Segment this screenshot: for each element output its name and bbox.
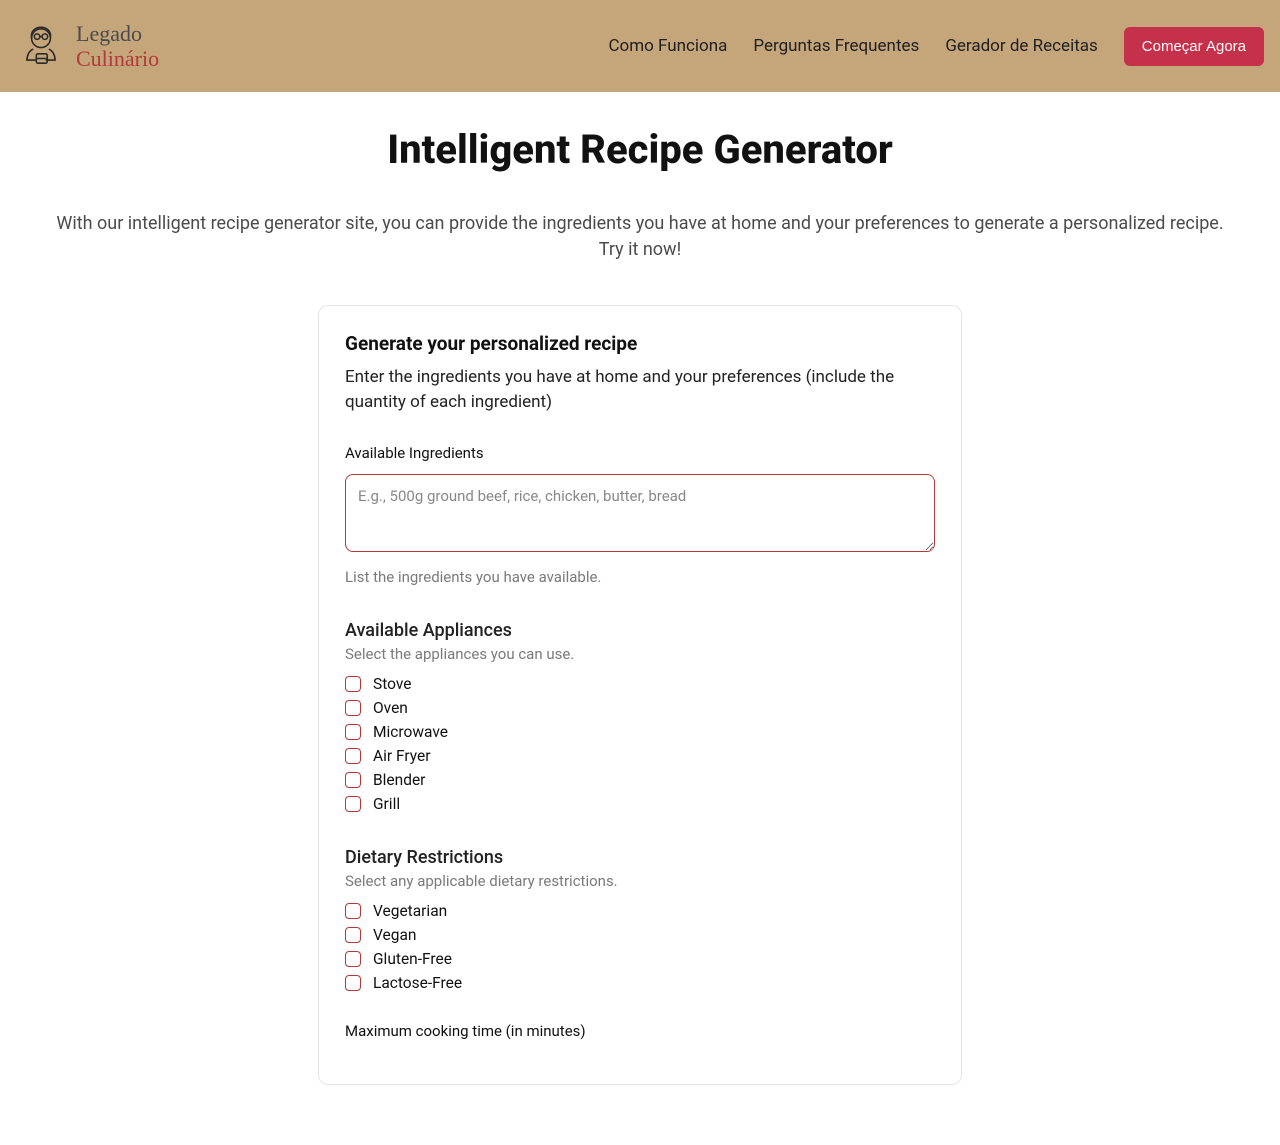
- max-time-label: Maximum cooking time (in minutes): [345, 1022, 935, 1040]
- brand-line2: Culinário: [76, 46, 159, 71]
- appliance-option[interactable]: Blender: [345, 771, 935, 789]
- restriction-option[interactable]: Gluten-Free: [345, 950, 935, 968]
- page-description: With our intelligent recipe generator si…: [50, 211, 1230, 263]
- appliance-label: Stove: [373, 675, 411, 693]
- restriction-label: Lactose-Free: [373, 974, 462, 992]
- card-title: Generate your personalized recipe: [345, 332, 935, 355]
- nav-brand[interactable]: Legado Culinário: [16, 21, 159, 72]
- nav-link-faq[interactable]: Perguntas Frequentes: [753, 36, 919, 56]
- restriction-option[interactable]: Vegetarian: [345, 902, 935, 920]
- nav-links: Como Funciona Perguntas Frequentes Gerad…: [608, 27, 1264, 66]
- appliance-label: Microwave: [373, 723, 448, 741]
- appliance-checkbox-grill[interactable]: [345, 796, 361, 812]
- ingredients-hint: List the ingredients you have available.: [345, 568, 935, 586]
- ingredients-input[interactable]: [345, 474, 935, 552]
- page-main: Intelligent Recipe Generator With our in…: [0, 92, 1280, 1145]
- appliances-subtitle: Select the appliances you can use.: [345, 645, 935, 663]
- start-now-button[interactable]: Começar Agora: [1124, 27, 1264, 66]
- grandma-chef-logo-icon: [16, 21, 66, 71]
- ingredients-label: Available Ingredients: [345, 444, 935, 462]
- brand-text: Legado Culinário: [76, 21, 159, 72]
- restriction-checkbox-vegan[interactable]: [345, 927, 361, 943]
- nav-link-recipe-gen[interactable]: Gerador de Receitas: [945, 36, 1097, 56]
- restriction-checkbox-lactose-free[interactable]: [345, 975, 361, 991]
- appliance-option[interactable]: Air Fryer: [345, 747, 935, 765]
- appliance-checkbox-blender[interactable]: [345, 772, 361, 788]
- page-title: Intelligent Recipe Generator: [18, 126, 1262, 173]
- appliance-option[interactable]: Grill: [345, 795, 935, 813]
- restriction-option[interactable]: Vegan: [345, 926, 935, 944]
- restriction-label: Vegan: [373, 926, 416, 944]
- appliance-checkbox-air-fryer[interactable]: [345, 748, 361, 764]
- restriction-checkbox-gluten-free[interactable]: [345, 951, 361, 967]
- restrictions-title: Dietary Restrictions: [345, 847, 935, 868]
- appliance-option[interactable]: Stove: [345, 675, 935, 693]
- recipe-form-card: Generate your personalized recipe Enter …: [318, 305, 962, 1085]
- appliance-option[interactable]: Oven: [345, 699, 935, 717]
- appliance-label: Air Fryer: [373, 747, 430, 765]
- appliance-checkbox-oven[interactable]: [345, 700, 361, 716]
- appliance-checkbox-microwave[interactable]: [345, 724, 361, 740]
- restriction-option[interactable]: Lactose-Free: [345, 974, 935, 992]
- appliance-label: Blender: [373, 771, 425, 789]
- card-subtitle: Enter the ingredients you have at home a…: [345, 365, 935, 414]
- appliance-label: Grill: [373, 795, 400, 813]
- appliance-checkbox-stove[interactable]: [345, 676, 361, 692]
- navbar: Legado Culinário Como Funciona Perguntas…: [0, 0, 1280, 92]
- brand-line1: Legado: [76, 21, 159, 46]
- restriction-checkbox-vegetarian[interactable]: [345, 903, 361, 919]
- appliances-options: Stove Oven Microwave Air Fryer Blender: [345, 675, 935, 813]
- restrictions-options: Vegetarian Vegan Gluten-Free Lactose-Fre…: [345, 902, 935, 992]
- restriction-label: Gluten-Free: [373, 950, 452, 968]
- field-max-time: Maximum cooking time (in minutes): [345, 1022, 935, 1040]
- appliance-label: Oven: [373, 699, 408, 717]
- restrictions-subtitle: Select any applicable dietary restrictio…: [345, 872, 935, 890]
- nav-link-how-it-works[interactable]: Como Funciona: [608, 36, 727, 56]
- restriction-label: Vegetarian: [373, 902, 447, 920]
- appliances-title: Available Appliances: [345, 620, 935, 641]
- appliance-option[interactable]: Microwave: [345, 723, 935, 741]
- field-ingredients: Available Ingredients List the ingredien…: [345, 444, 935, 586]
